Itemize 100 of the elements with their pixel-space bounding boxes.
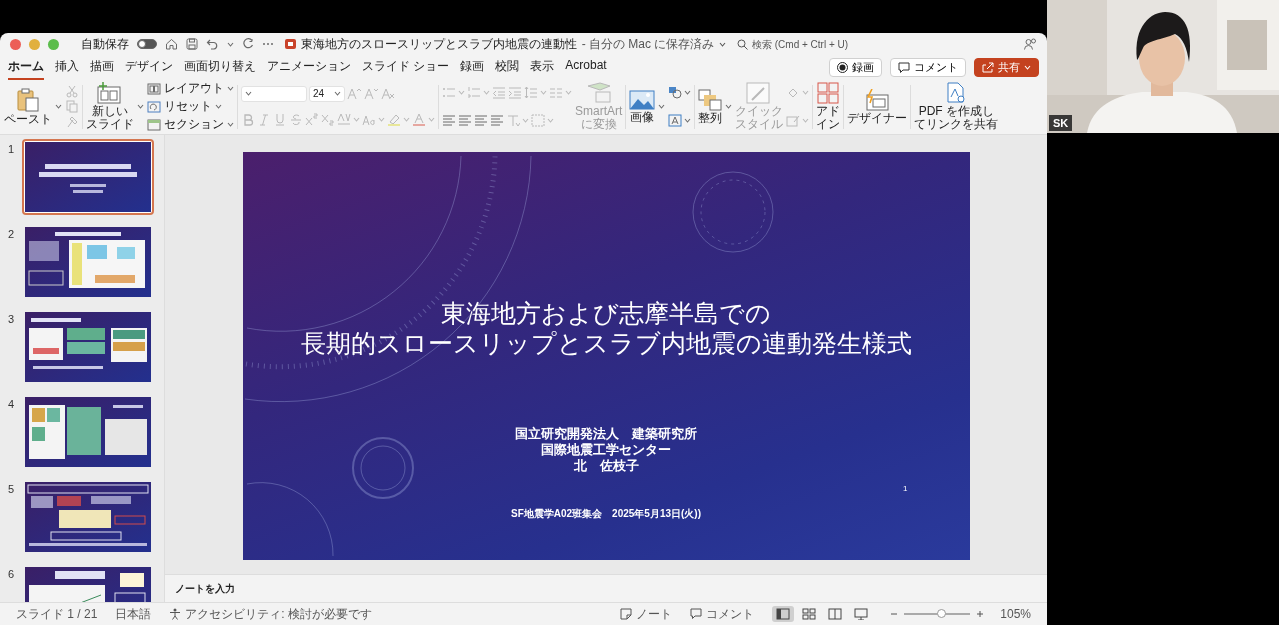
- paste-button[interactable]: ペースト: [4, 87, 52, 126]
- caret-icon[interactable]: [684, 90, 692, 95]
- comment-button[interactable]: コメント: [890, 57, 966, 77]
- highlighter-icon[interactable]: [387, 113, 401, 126]
- section-icon: [147, 118, 161, 131]
- ribbon-tab[interactable]: 録画: [460, 54, 485, 80]
- ribbon-tab[interactable]: 校閲: [495, 54, 520, 80]
- grow-font-icon[interactable]: [347, 87, 362, 100]
- slide-thumbnail[interactable]: [22, 309, 154, 385]
- more-icon[interactable]: [262, 42, 274, 46]
- autosave-toggle[interactable]: [137, 39, 157, 49]
- clear-format-icon[interactable]: [381, 87, 396, 100]
- superscript-icon[interactable]: [305, 113, 319, 126]
- comments-button[interactable]: コメント: [690, 605, 755, 623]
- shapes-icon[interactable]: [668, 86, 683, 99]
- ribbon-tab[interactable]: Acrobat: [565, 54, 607, 80]
- font-name-field[interactable]: [241, 85, 307, 102]
- create-pdf-button[interactable]: PDF を作成し てリンクを共有: [914, 82, 999, 131]
- zoom-out-icon[interactable]: [890, 610, 899, 618]
- ribbon-tab[interactable]: 表示: [530, 54, 555, 80]
- text-box-icon[interactable]: [668, 114, 683, 127]
- minimize-button[interactable]: [29, 38, 40, 50]
- new-slide-button[interactable]: 新しい スライド: [86, 82, 134, 131]
- slide-thumbnail[interactable]: [22, 394, 154, 470]
- ribbon-tab[interactable]: 描画: [90, 54, 114, 80]
- caret-icon[interactable]: [137, 104, 144, 109]
- italic-icon[interactable]: [257, 113, 271, 126]
- caret-icon[interactable]: [227, 122, 234, 127]
- caret-icon[interactable]: [215, 104, 222, 109]
- align-center-icon[interactable]: [458, 114, 472, 127]
- change-case-icon[interactable]: [362, 113, 376, 126]
- close-button[interactable]: [10, 38, 21, 50]
- caret-icon[interactable]: [684, 118, 692, 123]
- cut-icon[interactable]: [65, 85, 79, 98]
- caret-icon[interactable]: [658, 104, 666, 109]
- zoom-slider-thumb[interactable]: [936, 609, 946, 618]
- underline-icon[interactable]: [273, 113, 287, 126]
- numbering-icon[interactable]: [467, 86, 481, 99]
- format-painter-icon[interactable]: [65, 115, 79, 128]
- record-button[interactable]: 録画: [829, 57, 882, 77]
- caret-icon[interactable]: [227, 41, 234, 47]
- slide-command-button[interactable]: セクション: [147, 116, 234, 133]
- accessibility-button[interactable]: アクセシビリティ: 検討が必要です: [169, 605, 373, 623]
- subscript-icon[interactable]: [321, 113, 335, 126]
- image-button[interactable]: 画像: [629, 89, 656, 124]
- caret-icon[interactable]: [719, 41, 727, 47]
- save-icon[interactable]: [186, 38, 198, 50]
- align-left-icon[interactable]: [442, 114, 456, 127]
- strikethrough-icon[interactable]: [289, 113, 303, 126]
- home-icon[interactable]: [165, 38, 178, 50]
- caret-icon[interactable]: [55, 104, 62, 109]
- zoom-button[interactable]: [48, 38, 59, 50]
- caret-icon[interactable]: [227, 86, 234, 91]
- slide-command-button[interactable]: レイアウト: [147, 80, 234, 97]
- ribbon-tab[interactable]: デザイン: [125, 54, 173, 80]
- line-spacing-icon[interactable]: [524, 86, 538, 99]
- pdf-link-icon: [945, 82, 968, 104]
- font-size-field[interactable]: 24: [309, 85, 345, 102]
- caret-icon[interactable]: [334, 91, 341, 96]
- zoom-in-icon[interactable]: [976, 610, 985, 618]
- slide-thumbnail[interactable]: [22, 224, 154, 300]
- notes-button[interactable]: ノート: [620, 605, 673, 623]
- align-text-icon[interactable]: [531, 114, 545, 127]
- share-button[interactable]: 共有: [974, 57, 1039, 77]
- undo-icon[interactable]: [206, 38, 219, 50]
- ribbon-tab[interactable]: ホーム: [8, 54, 44, 80]
- slide-command-button[interactable]: リセット: [147, 98, 234, 115]
- character-spacing-icon[interactable]: [337, 113, 351, 126]
- ribbon-tab[interactable]: アニメーション: [267, 54, 351, 80]
- slide-position: スライド 1 / 21: [16, 605, 98, 623]
- addins-button[interactable]: アド イン: [816, 82, 841, 131]
- slide-thumbnail[interactable]: [22, 479, 154, 555]
- zoom-level[interactable]: 105%: [1000, 607, 1031, 621]
- slide-thumbnail[interactable]: [22, 139, 154, 215]
- font-color-icon[interactable]: [412, 113, 426, 126]
- search-field[interactable]: 検索 (Cmd + Ctrl + U): [737, 38, 922, 50]
- caret-icon[interactable]: [725, 104, 733, 109]
- arrange-button[interactable]: 整列: [698, 88, 723, 125]
- justify-icon[interactable]: [490, 114, 504, 127]
- align-right-icon[interactable]: [474, 114, 488, 127]
- normal-view-button[interactable]: [772, 606, 795, 622]
- people-icon[interactable]: [1024, 38, 1037, 50]
- redo-icon[interactable]: [242, 38, 254, 50]
- bold-icon[interactable]: [241, 113, 255, 126]
- bullets-icon[interactable]: [442, 86, 456, 99]
- outline-icon[interactable]: [786, 114, 801, 127]
- columns-icon[interactable]: [549, 86, 563, 99]
- ribbon-tab[interactable]: 挿入: [55, 54, 79, 80]
- decrease-indent-icon[interactable]: [492, 86, 506, 99]
- text-direction-icon[interactable]: [506, 114, 520, 127]
- ribbon-tab[interactable]: スライド ショー: [362, 54, 450, 80]
- notes-field[interactable]: ノートを入力: [173, 582, 477, 595]
- reset-icon: [147, 100, 161, 113]
- caret-icon[interactable]: [245, 91, 252, 96]
- language-indicator[interactable]: 日本語: [115, 605, 152, 623]
- save-status[interactable]: - 自分の Mac に保存済み: [581, 35, 715, 53]
- designer-button[interactable]: デザイナー: [847, 88, 908, 125]
- increase-indent-icon[interactable]: [508, 86, 522, 99]
- shrink-font-icon[interactable]: [364, 87, 379, 100]
- ribbon-tab[interactable]: 画面切り替え: [184, 54, 256, 80]
